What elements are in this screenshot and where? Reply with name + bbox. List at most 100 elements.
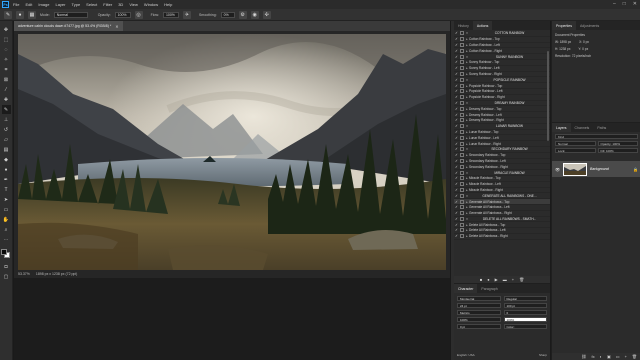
airbrush-icon[interactable]: ✈ [182,10,191,19]
dialog-toggle-box[interactable] [460,170,464,175]
dialog-toggle-box[interactable] [460,164,464,169]
action-toggle-check-icon[interactable]: ✓ [454,124,459,128]
action-toggle-check-icon[interactable]: ✓ [454,43,459,47]
color-swatches[interactable] [1,249,11,259]
quick-select-tool-icon[interactable]: ✧ [2,55,11,64]
minimize-button[interactable]: – [613,1,616,7]
layer-row-background[interactable]: 👁 Background 🔒 [552,161,640,177]
dialog-toggle-box[interactable] [460,106,464,111]
action-toggle-check-icon[interactable]: ✓ [454,223,459,227]
dialog-toggle-box[interactable] [460,216,464,221]
dialog-toggle-box[interactable] [460,135,464,140]
action-toggle-check-icon[interactable]: ✓ [454,95,459,99]
tracking-field[interactable]: 0 [503,310,547,315]
crop-tool-icon[interactable]: ⌗ [2,65,11,74]
brush-settings-icon[interactable]: ● [16,10,24,19]
dialog-toggle-box[interactable] [460,89,464,94]
dialog-toggle-box[interactable] [460,71,464,76]
action-toggle-check-icon[interactable]: ✓ [454,171,459,175]
dialog-toggle-box[interactable] [460,77,464,82]
tab-history[interactable]: History [454,21,473,30]
font-size-field[interactable]: 24 pt [457,303,501,308]
action-toggle-check-icon[interactable]: ✓ [454,142,459,146]
link-layers-icon[interactable]: ⛓ [581,354,586,359]
adjustment-layer-icon[interactable]: ◐ [600,354,602,359]
menu-window[interactable]: Window [144,2,158,7]
eraser-tool-icon[interactable]: ▱ [2,135,11,144]
antialias-select[interactable]: Sharp [539,353,547,357]
more-tools-icon[interactable]: ⋯ [2,235,11,244]
action-toggle-check-icon[interactable]: ✓ [454,165,459,169]
action-toggle-check-icon[interactable]: ✓ [454,130,459,134]
menu-file[interactable]: File [13,2,19,7]
blur-tool-icon[interactable]: ◆ [2,155,11,164]
menu-image[interactable]: Image [38,2,49,7]
language-select[interactable]: English: USA [457,353,475,357]
action-row[interactable]: ✓ ▸ Delete All Rainbows - Right [454,234,550,240]
action-toggle-check-icon[interactable]: ✓ [454,136,459,140]
baseline-shift-field[interactable]: 0 pt [457,324,501,329]
foreground-color-swatch[interactable] [1,249,7,255]
image-canvas[interactable] [18,34,446,270]
action-toggle-check-icon[interactable]: ✓ [454,159,459,163]
dialog-toggle-box[interactable] [460,95,464,100]
font-style-select[interactable]: Regular [503,296,547,301]
dialog-toggle-box[interactable] [460,199,464,204]
add-mask-icon[interactable]: ▣ [607,354,611,359]
screen-mode-icon[interactable]: ▢ [2,272,11,281]
brush-tool-icon[interactable]: ✎ [1,105,11,114]
symmetry-icon[interactable]: ✣ [262,10,271,19]
font-family-select[interactable]: Montserrat [457,296,501,301]
dialog-toggle-box[interactable] [460,153,464,158]
dialog-toggle-box[interactable] [460,176,464,181]
smoothing-settings-icon[interactable]: ⚙ [238,10,247,19]
dialog-toggle-box[interactable] [460,222,464,227]
delete-action-icon[interactable]: 🗑 [519,277,524,282]
menu-view[interactable]: View [129,2,138,7]
layer-filter-kind[interactable]: Kind [555,134,638,139]
dialog-toggle-box[interactable] [460,211,464,216]
lasso-tool-icon[interactable]: ◌ [2,45,11,54]
width-value[interactable]: W: 1898 px [555,40,571,44]
action-toggle-check-icon[interactable]: ✓ [454,78,459,82]
dialog-toggle-box[interactable] [460,66,464,71]
menu-help[interactable]: Help [164,2,172,7]
blend-mode-select[interactable]: Normal [555,141,596,146]
hand-tool-icon[interactable]: ✋ [2,215,11,224]
action-toggle-check-icon[interactable]: ✓ [454,147,459,151]
flow-field[interactable]: 100% [162,11,179,18]
marquee-tool-icon[interactable]: ⬚ [2,35,11,44]
shape-tool-icon[interactable]: ▭ [2,205,11,214]
pressure-size-icon[interactable]: ◉ [250,10,259,19]
actions-scrollbar[interactable] [547,51,549,141]
dialog-toggle-box[interactable] [460,129,464,134]
action-toggle-check-icon[interactable]: ✓ [454,60,459,64]
action-toggle-check-icon[interactable]: ✓ [454,153,459,157]
dialog-toggle-box[interactable] [460,234,464,239]
new-group-icon[interactable]: ▭ [616,354,620,359]
new-action-icon[interactable]: + [512,277,514,282]
menu-layer[interactable]: Layer [55,2,65,7]
visibility-eye-icon[interactable]: 👁 [555,167,560,172]
menu-filter[interactable]: Filter [103,2,112,7]
menu-select[interactable]: Select [86,2,97,7]
layer-opacity-field[interactable]: Opacity: 100% [597,141,638,146]
dialog-toggle-box[interactable] [460,205,464,210]
dialog-toggle-box[interactable] [460,100,464,105]
action-toggle-check-icon[interactable]: ✓ [454,182,459,186]
close-window-button[interactable]: ✕ [633,1,637,7]
stop-icon[interactable]: ■ [480,277,482,282]
dialog-toggle-box[interactable] [460,147,464,152]
menu-type[interactable]: Type [72,2,81,7]
dodge-tool-icon[interactable]: ● [2,165,11,174]
healing-tool-icon[interactable]: ✚ [2,95,11,104]
dialog-toggle-box[interactable] [460,60,464,65]
new-set-icon[interactable]: ▬ [503,277,507,282]
leading-field[interactable]: 100 pt [503,303,547,308]
play-icon[interactable]: ▶ [495,277,498,282]
y-value[interactable]: Y: 0 px [578,47,588,51]
move-tool-icon[interactable]: ✥ [2,25,11,34]
dialog-toggle-box[interactable] [460,124,464,129]
gradient-tool-icon[interactable]: ▤ [2,145,11,154]
layer-fill-field[interactable]: Fill: 100% [597,148,638,153]
